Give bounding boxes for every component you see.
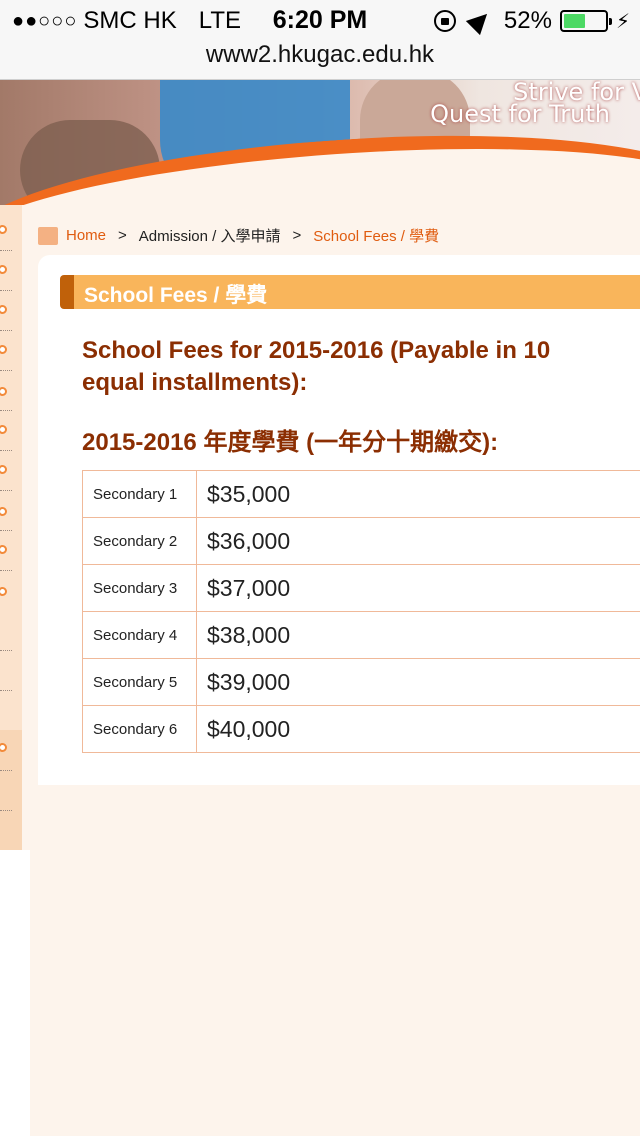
rotation-lock-icon	[433, 10, 456, 32]
menu-bullet-icon	[0, 387, 7, 396]
menu-divider	[0, 490, 12, 491]
breadcrumb-home-link[interactable]: Home	[66, 227, 106, 244]
fee-level-cell: Secondary 1	[82, 470, 197, 518]
url-text[interactable]: www2.hkugac.edu.hk	[206, 41, 434, 68]
menu-divider	[0, 690, 12, 691]
menu-bullet-icon	[0, 265, 7, 274]
menu-divider	[0, 290, 12, 291]
menu-divider	[0, 770, 12, 771]
fee-amount-cell: $38,000	[196, 611, 640, 659]
charging-bolt-icon: ⚡	[615, 10, 630, 33]
breadcrumb-current: School Fees / 學費	[313, 228, 440, 245]
status-right: 52% ⚡	[433, 6, 630, 36]
table-row: Secondary 6 $40,000	[82, 705, 640, 753]
table-row: Secondary 4 $38,000	[82, 611, 640, 659]
menu-divider	[0, 330, 12, 331]
page-title: School Fees / 學費	[84, 284, 268, 307]
menu-divider	[0, 370, 12, 371]
fee-table: Secondary 1 $35,000 Secondary 2 $36,000 Seco…	[82, 470, 640, 753]
fee-amount-cell: $40,000	[196, 705, 640, 753]
battery-percent: 52%	[503, 7, 552, 34]
breadcrumb-separator: >	[118, 227, 127, 244]
menu-bullet-icon	[0, 545, 7, 554]
table-row: Secondary 2 $36,000	[82, 517, 640, 565]
fee-amount-cell: $35,000	[196, 470, 640, 518]
fee-level-cell: Secondary 3	[82, 564, 197, 612]
table-row: Secondary 1 $35,000	[82, 470, 640, 518]
menu-bullet-icon	[0, 465, 7, 474]
menu-divider	[0, 410, 12, 411]
menu-bullet-icon	[0, 587, 7, 596]
side-menu-strip[interactable]	[0, 205, 22, 850]
battery-icon	[559, 10, 612, 32]
side-blank-area	[0, 850, 30, 1136]
menu-divider	[0, 450, 12, 451]
fee-amount-cell: $37,000	[196, 564, 640, 612]
home-icon[interactable]	[38, 226, 58, 245]
menu-divider	[0, 810, 12, 811]
table-row: Secondary 5 $39,000	[82, 658, 640, 706]
fee-level-cell: Secondary 6	[82, 705, 197, 753]
table-row: Secondary 3 $37,000	[82, 564, 640, 612]
menu-bullet-icon	[0, 507, 7, 516]
fee-amount-cell: $36,000	[196, 517, 640, 565]
header-banner: Strive for V Quest for Truth	[0, 80, 640, 205]
menu-bullet-icon	[0, 225, 7, 234]
banner-slogan-line2: Quest for Truth	[430, 100, 610, 128]
menu-bullet-icon	[0, 305, 7, 314]
fee-level-cell: Secondary 2	[82, 517, 197, 565]
location-arrow-icon	[465, 6, 495, 36]
breadcrumb: Home > Admission / 入學申請 > School Fees / …	[38, 225, 439, 246]
menu-bullet-icon	[0, 345, 7, 354]
fee-level-cell: Secondary 5	[82, 658, 197, 706]
fees-heading-english: School Fees for 2015-2016 (Payable in 10…	[82, 337, 551, 396]
menu-divider	[0, 650, 12, 651]
menu-divider	[0, 570, 12, 571]
fee-level-cell: Secondary 4	[82, 611, 197, 659]
page-title-bar: School Fees / 學費	[60, 275, 640, 309]
menu-divider	[0, 530, 12, 531]
menu-divider	[0, 250, 12, 251]
fee-amount-cell: $39,000	[196, 658, 640, 706]
breadcrumb-separator: >	[292, 227, 302, 244]
status-bar: ●●○○○ SMC HK LTE 6:20 PM 52% ⚡	[0, 0, 640, 40]
battery-fill	[563, 14, 585, 28]
fees-heading-chinese: 2015-2016 年度學費 (一年分十期繳交):	[82, 429, 499, 456]
content-card: School Fees / 學費 School Fees for 2015-20…	[38, 255, 640, 785]
address-bar[interactable]: www2.hkugac.edu.hk	[0, 40, 640, 80]
menu-bullet-icon	[0, 425, 7, 434]
breadcrumb-admission-link[interactable]: Admission / 入學申請	[139, 225, 281, 246]
